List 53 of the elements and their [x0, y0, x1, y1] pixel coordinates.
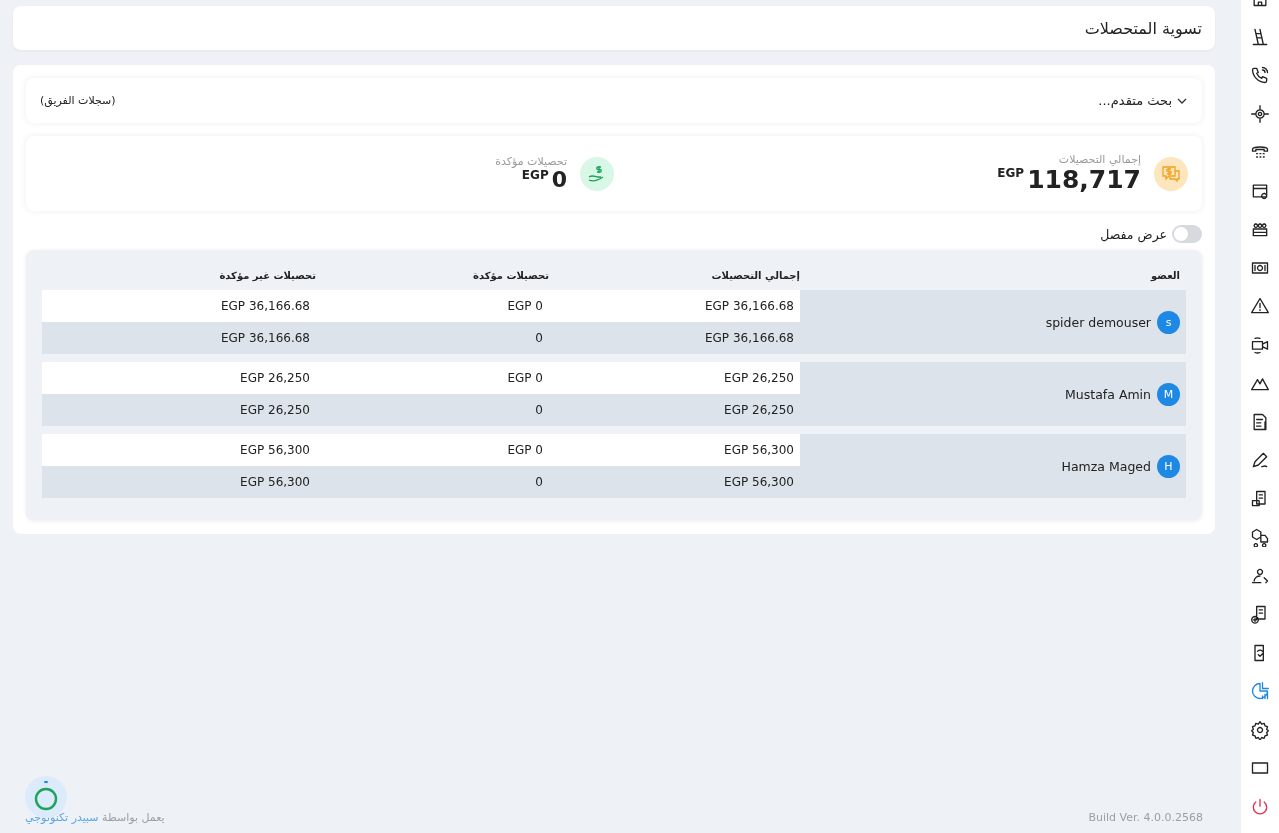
warning-icon[interactable] — [1250, 296, 1270, 316]
table-cell-text: EGP 56,300 — [723, 475, 795, 489]
chart-icon[interactable] — [1250, 681, 1270, 701]
table-cell-text: EGP 26,250 — [239, 371, 311, 385]
column-header: إجمالي التحصيلات — [710, 269, 801, 281]
avatar: H — [1157, 454, 1180, 478]
detailed-view-switch[interactable] — [1172, 225, 1202, 243]
table-cell-text: EGP 56,300 — [723, 443, 795, 457]
video-icon[interactable] — [1250, 334, 1270, 355]
switch-label: عرض مفصل — [1100, 226, 1167, 242]
column-header: تحصيلات غير مؤكدة — [218, 269, 317, 281]
hand-money-icon — [580, 156, 614, 191]
target-icon[interactable] — [1250, 103, 1270, 124]
pen-icon[interactable] — [1250, 450, 1270, 470]
powered-by-text: يعمل بواسطة سبيدر تكنولوجي — [25, 810, 165, 824]
scope-label: (سجلات الفريق) — [40, 94, 116, 107]
member-name: Mustafa Amin — [1065, 386, 1151, 402]
avatar: s — [1157, 310, 1180, 334]
table-cell-text: EGP 36,166.68 — [704, 331, 795, 345]
avatar: M — [1157, 382, 1180, 406]
phone-call-icon[interactable] — [1250, 65, 1270, 85]
column-header: تحصيلات مؤكدة — [472, 269, 550, 281]
advanced-search-label[interactable]: بحث متقدم... — [1098, 93, 1172, 108]
table-cell-text: EGP 56,300 — [239, 443, 311, 457]
table-cell-text: 0 — [534, 475, 544, 489]
table-cell-text: EGP 36,166.68 — [220, 331, 311, 345]
currency-label: EGP — [997, 166, 1025, 181]
power-icon[interactable] — [1250, 796, 1270, 817]
advanced-search-panel[interactable]: بحث متقدم... (سجلات الفريق) — [26, 78, 1202, 123]
money-chat-icon — [1154, 156, 1188, 191]
table-cell-text: 0 — [534, 403, 544, 417]
table-cell-text: 0 — [534, 331, 544, 345]
table-cell-text: EGP 56,300 — [239, 475, 311, 489]
member-name: Hamza Maged — [1061, 458, 1151, 474]
stat-value: 0 — [551, 167, 567, 193]
settings-icon[interactable] — [1250, 719, 1270, 740]
build-version: Build Ver. 4.0.0.2568 — [1088, 810, 1203, 824]
member-name: spider demouser — [1045, 314, 1151, 330]
column-header: العضو — [1149, 269, 1181, 281]
table-cell-text: EGP 26,250 — [723, 371, 795, 385]
table-cell-text: EGP 36,166.68 — [704, 299, 795, 313]
stat-value: 118,717 — [1027, 166, 1141, 194]
table-cell-text: EGP 26,250 — [723, 403, 795, 417]
ladder-icon[interactable] — [1250, 26, 1270, 47]
table-cell-text: EGP 0 — [506, 371, 544, 385]
table-cell-text: EGP 0 — [506, 299, 544, 313]
stat-label: إجمالي التحصيلات — [1057, 153, 1141, 167]
page-title: تسوية المتحصلات — [1084, 18, 1202, 38]
currency-label: EGP — [521, 167, 549, 182]
table-cell-text: EGP 36,166.68 — [220, 299, 311, 313]
table-cell-text: EGP 26,250 — [239, 403, 311, 417]
stat-label: تحصيلات مؤكدة — [495, 154, 567, 168]
table-cell-text: EGP 0 — [506, 443, 544, 457]
